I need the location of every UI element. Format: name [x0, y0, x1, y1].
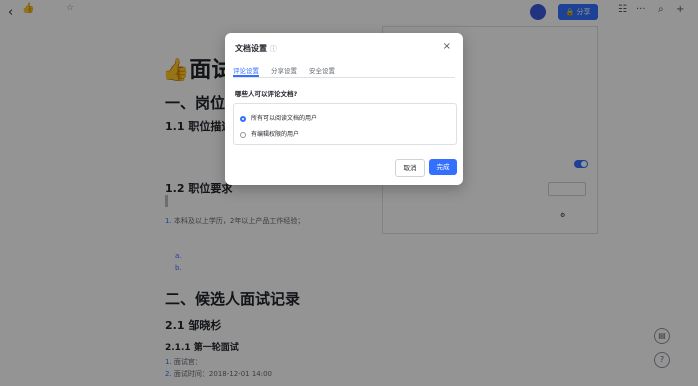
comment-permission-question: 哪些人可以评论文档? [235, 90, 298, 98]
close-icon[interactable]: × [443, 41, 451, 52]
tab-share-settings[interactable]: 分享设置 [271, 65, 297, 75]
tab-comment-settings[interactable]: 评论设置 [233, 65, 259, 75]
option-all-readers[interactable]: 所有可以阅读文档的用户 [240, 113, 317, 122]
dialog-tabs: 评论设置 分享设置 安全设置 [233, 63, 455, 78]
radio-unselected-icon[interactable] [240, 131, 246, 138]
dialog-title: 文档设置 ⓘ [235, 44, 277, 53]
help-icon[interactable]: ⓘ [270, 45, 277, 53]
radio-selected-icon[interactable] [240, 115, 246, 122]
cancel-button[interactable]: 取消 [395, 159, 425, 177]
active-tab-indicator [233, 75, 259, 77]
document-settings-dialog: 文档设置 ⓘ × 评论设置 分享设置 安全设置 哪些人可以评论文档? 所有可以阅… [225, 33, 463, 185]
done-button[interactable]: 完成 [429, 159, 457, 175]
tab-security-settings[interactable]: 安全设置 [309, 65, 335, 75]
comment-permission-options: 所有可以阅读文档的用户 有编辑权限的用户 [233, 103, 457, 145]
option-editors-only[interactable]: 有编辑权限的用户 [240, 129, 299, 138]
